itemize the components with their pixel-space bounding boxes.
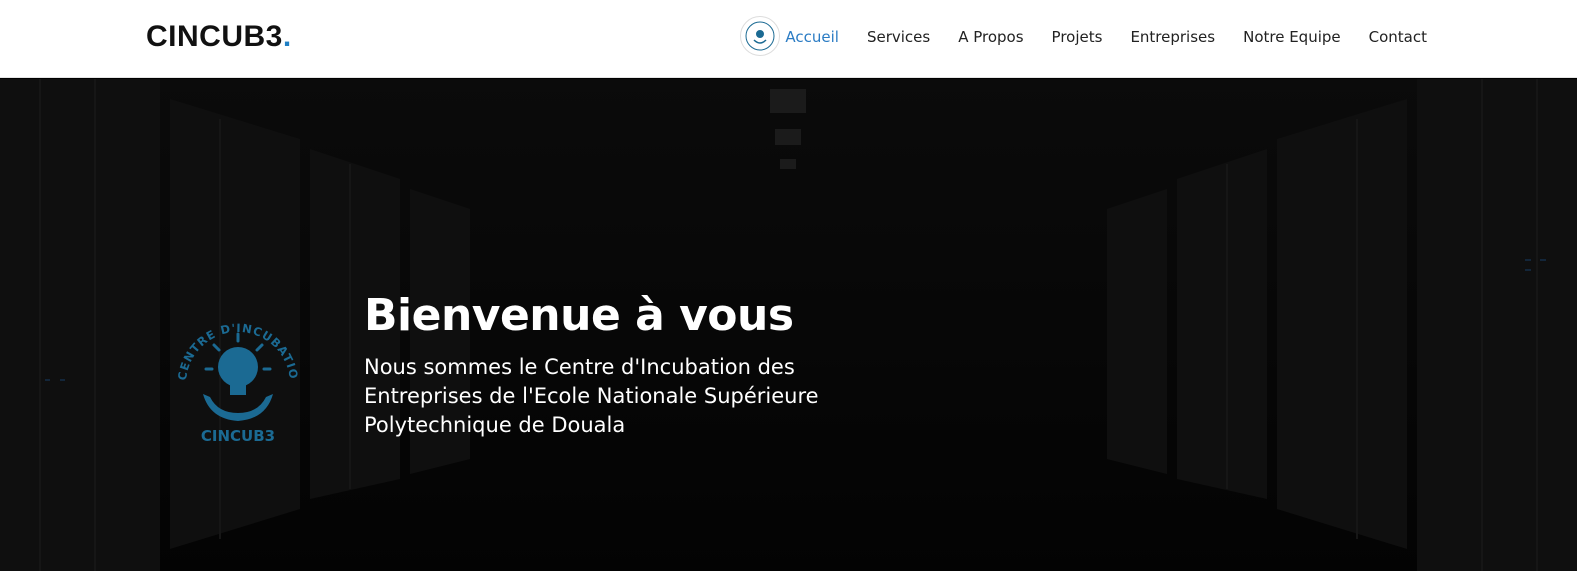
logo-text: CINCUB3	[200, 427, 276, 445]
cincub3-logo: CENTRE D'INCUBATION DES ENTREPRISES CINC…	[153, 278, 318, 459]
nav-projets[interactable]: Projets	[1052, 26, 1103, 48]
hero-title: Bienvenue à vous	[364, 290, 794, 341]
nav-contact[interactable]: Contact	[1369, 26, 1427, 48]
nav-notre-equipe[interactable]: Notre Equipe	[1243, 26, 1341, 48]
brand-dot: .	[282, 20, 292, 53]
site-header: CINCUB3. Accueil Services A Propos Proje…	[0, 0, 1577, 78]
nav-a-propos[interactable]: A Propos	[958, 26, 1023, 48]
emblem-icon	[745, 21, 775, 51]
nav-services[interactable]: Services	[867, 26, 930, 48]
hero-content: Bienvenue à vous Nous sommes le Centre d…	[364, 289, 924, 440]
brand-logo-text[interactable]: CINCUB3.	[146, 19, 292, 55]
nav-accueil[interactable]: Accueil	[785, 26, 839, 48]
cincub3-emblem-icon[interactable]	[740, 16, 780, 56]
brand-name: CINCUB3	[146, 20, 283, 53]
main-nav: Accueil Services A Propos Projets Entrep…	[785, 26, 1427, 48]
hero-subtitle: Nous sommes le Centre d'Incubation des E…	[364, 355, 819, 437]
nav-entreprises[interactable]: Entreprises	[1130, 26, 1215, 48]
hero-section: CENTRE D'INCUBATION DES ENTREPRISES CINC…	[0, 79, 1577, 571]
